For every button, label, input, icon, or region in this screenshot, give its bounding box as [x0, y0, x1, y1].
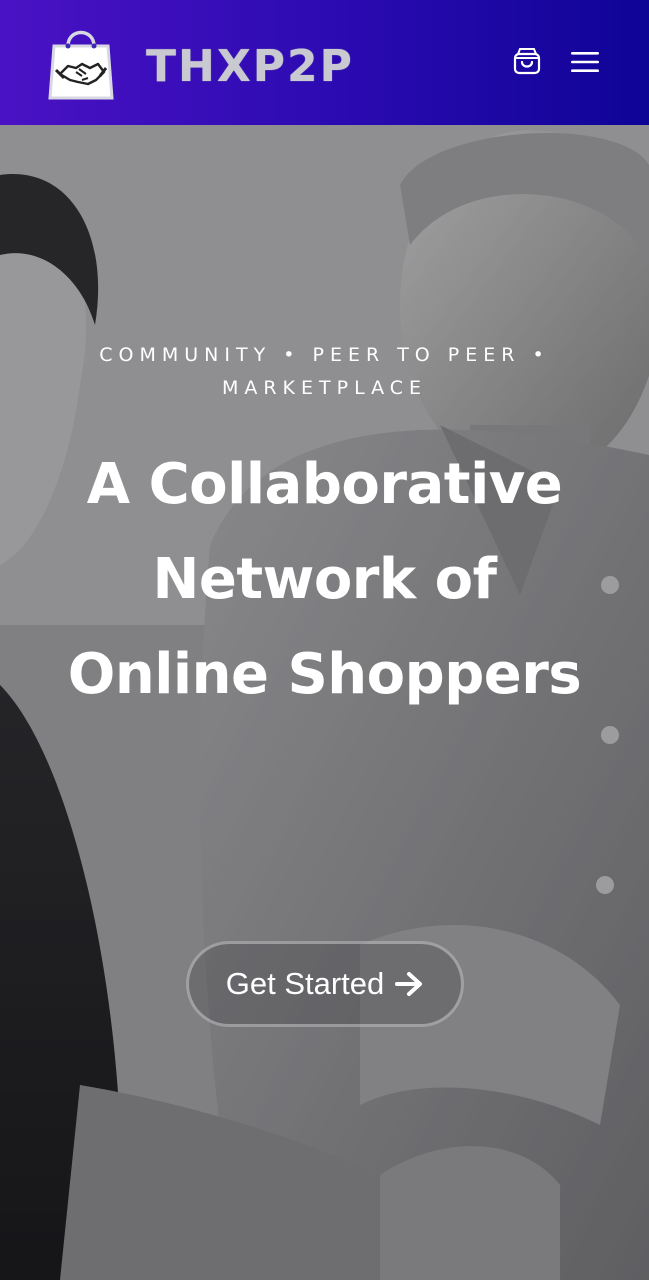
get-started-label: Get Started [225, 966, 385, 1001]
brand-logo-text[interactable]: THXP2P [146, 42, 354, 92]
shopping-bag-icon [513, 48, 541, 75]
get-started-button[interactable]: Get Started [186, 941, 464, 1027]
arrow-right-icon [395, 972, 423, 996]
hamburger-menu-icon [571, 52, 599, 72]
menu-button[interactable] [569, 48, 601, 76]
hero-headline: A Collaborative Network of Online Shoppe… [67, 452, 582, 707]
hero-section: COMMUNITY • PEER TO PEER • MARKETPLACE A… [0, 125, 649, 1280]
handshake-bag-logo-icon[interactable] [46, 20, 116, 102]
cart-button[interactable] [512, 46, 542, 76]
page: THXP2P COMMUNITY • PEER TO PEER • MARKET… [0, 0, 649, 1280]
hero-tagline: COMMUNITY • PEER TO PEER • MARKETPLACE [99, 344, 550, 399]
top-navbar: THXP2P [0, 0, 649, 125]
